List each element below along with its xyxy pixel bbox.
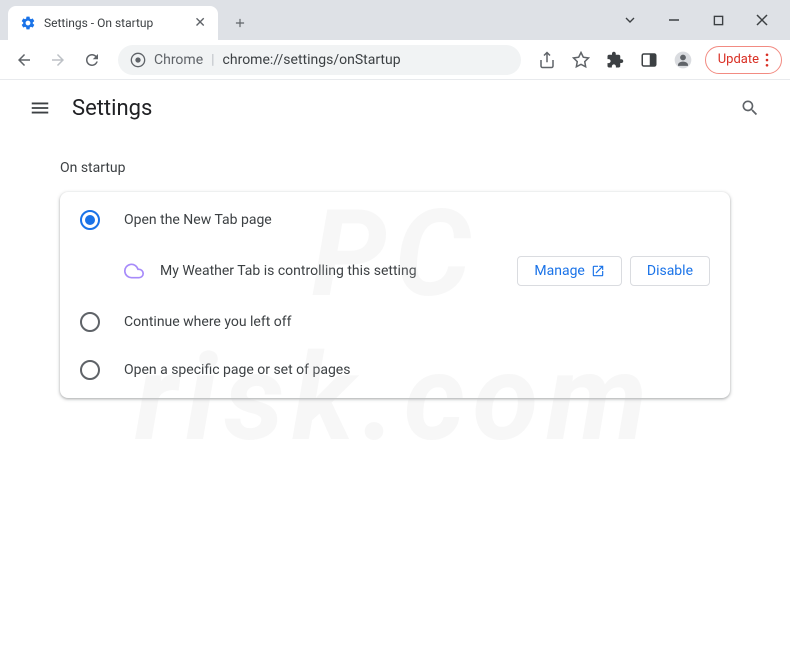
option-label: Open a specific page or set of pages [124, 362, 350, 378]
chrome-icon [130, 52, 146, 68]
more-icon [765, 53, 769, 67]
window-controls [610, 6, 790, 40]
address-bar[interactable]: Chrome | chrome://settings/onStartup [118, 45, 521, 75]
browser-toolbar: Chrome | chrome://settings/onStartup Upd… [0, 40, 790, 80]
tab-title: Settings - On startup [44, 16, 153, 30]
share-icon[interactable] [531, 44, 563, 76]
option-label: Continue where you left off [124, 314, 292, 330]
section-title: On startup [60, 160, 730, 176]
title-bar: Settings - On startup ✕ [0, 0, 790, 40]
maximize-button[interactable] [698, 6, 738, 34]
gear-icon [20, 15, 36, 31]
cloud-icon [124, 261, 144, 281]
forward-button[interactable] [42, 44, 74, 76]
menu-button[interactable] [20, 88, 60, 128]
browser-tab[interactable]: Settings - On startup ✕ [8, 6, 218, 40]
external-link-icon [591, 264, 605, 278]
radio-unselected[interactable] [80, 360, 100, 380]
option-new-tab[interactable]: Open the New Tab page [60, 196, 730, 244]
update-button[interactable]: Update [705, 46, 782, 74]
extensions-icon[interactable] [599, 44, 631, 76]
new-tab-button[interactable] [226, 9, 254, 37]
manage-button[interactable]: Manage [517, 256, 621, 286]
settings-content: On startup Open the New Tab page My Weat… [0, 136, 790, 422]
reload-button[interactable] [76, 44, 108, 76]
startup-options-card: Open the New Tab page My Weather Tab is … [60, 192, 730, 398]
close-icon[interactable]: ✕ [194, 15, 206, 31]
search-button[interactable] [730, 88, 770, 128]
option-continue[interactable]: Continue where you left off [60, 298, 730, 346]
omnibox-separator: | [211, 52, 214, 68]
settings-header: Settings [0, 80, 790, 136]
sidepanel-icon[interactable] [633, 44, 665, 76]
radio-selected[interactable] [80, 210, 100, 230]
extension-actions: Manage Disable [517, 256, 710, 286]
extension-text: My Weather Tab is controlling this setti… [160, 263, 501, 279]
extension-notice: My Weather Tab is controlling this setti… [60, 244, 730, 298]
omnibox-prefix: Chrome [154, 52, 203, 68]
bookmark-icon[interactable] [565, 44, 597, 76]
close-button[interactable] [742, 6, 782, 34]
page-title: Settings [72, 96, 152, 121]
option-specific-pages[interactable]: Open a specific page or set of pages [60, 346, 730, 394]
omnibox-url: chrome://settings/onStartup [223, 52, 401, 68]
chevron-down-icon[interactable] [610, 6, 650, 34]
disable-button[interactable]: Disable [630, 256, 710, 286]
profile-icon[interactable] [667, 44, 699, 76]
option-label: Open the New Tab page [124, 212, 272, 228]
back-button[interactable] [8, 44, 40, 76]
minimize-button[interactable] [654, 6, 694, 34]
radio-unselected[interactable] [80, 312, 100, 332]
